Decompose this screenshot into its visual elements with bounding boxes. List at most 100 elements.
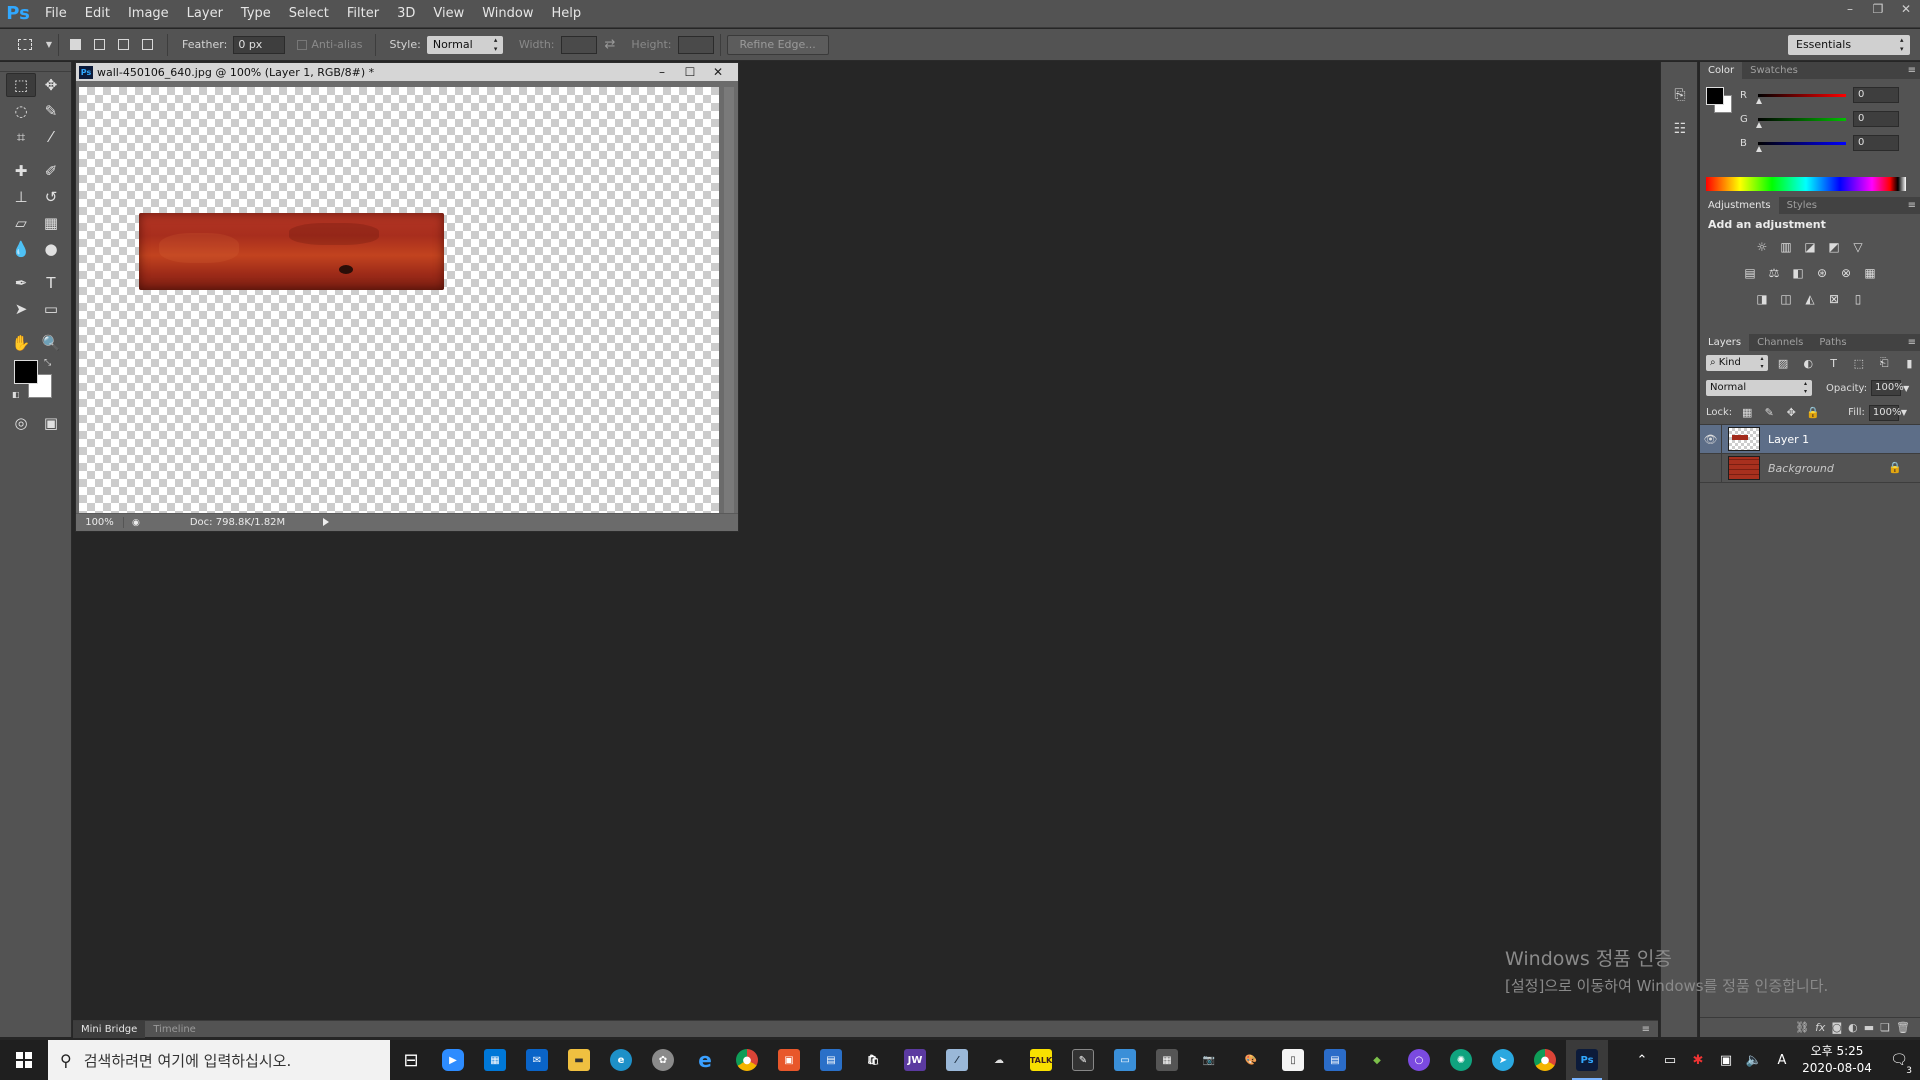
video-editor-icon[interactable]: ✎ [1062,1040,1104,1080]
menu-type[interactable]: Type [232,0,280,28]
add-selection-button[interactable] [89,34,109,56]
status-arrow-icon[interactable] [323,518,329,526]
volume-icon[interactable]: 🔈 [1740,1053,1768,1068]
menu-3d[interactable]: 3D [388,0,424,28]
chrome-icon[interactable]: ● [726,1040,768,1080]
ime-indicator[interactable]: A [1768,1053,1796,1068]
zoom-app-icon[interactable]: ▶ [432,1040,474,1080]
color-panel-foreground[interactable] [1706,87,1724,105]
panel-grip[interactable] [0,62,71,72]
slider-thumb[interactable] [1756,145,1762,152]
opacity-dropdown-icon[interactable]: ▼ [1903,384,1909,393]
lasso-tool-icon[interactable]: ◌ [6,99,36,123]
close-button[interactable]: ✕ [1892,0,1920,18]
opacity-input[interactable]: 100% [1871,380,1904,396]
edge-browser-icon[interactable]: e [600,1040,642,1080]
curves-icon[interactable]: ◪ [1798,237,1822,257]
hue-saturation-icon[interactable]: ▤ [1738,263,1762,283]
photoshop-taskbar-icon[interactable]: Ps [1566,1040,1608,1080]
panel-menu-icon[interactable]: ≡ [1908,334,1916,351]
taskbar-search[interactable]: ⚲ 검색하려면 여기에 입력하십시오. [48,1040,390,1080]
healing-brush-icon[interactable]: ✚ [6,159,36,183]
vibrance-icon[interactable]: ▽ [1846,237,1870,257]
lock-position-icon[interactable]: ✥ [1780,406,1802,419]
paint-3d-icon[interactable]: 🎨 [1230,1040,1272,1080]
tab-styles[interactable]: Styles [1779,197,1825,214]
feather-input[interactable]: 0 px [233,35,286,54]
g-value-input[interactable]: 0 [1853,111,1899,127]
tab-mini-bridge[interactable]: Mini Bridge [73,1020,146,1038]
type-filter-icon[interactable]: T [1823,355,1844,371]
vertical-scrollbar[interactable] [724,87,734,514]
width-input[interactable] [560,35,597,54]
menu-view[interactable]: View [424,0,473,28]
menu-file[interactable]: File [36,0,76,28]
menu-select[interactable]: Select [280,0,338,28]
screen-mode-icon[interactable]: ▣ [36,411,66,435]
tab-paths[interactable]: Paths [1811,334,1854,351]
circle-app-icon[interactable]: ○ [1398,1040,1440,1080]
adjustment-filter-icon[interactable]: ◐ [1798,355,1819,371]
status-menu-icon[interactable]: ◉ [132,518,140,528]
link-icon[interactable]: ⛓ [1795,1021,1809,1034]
swap-icon[interactable]: ⇄ [605,37,616,52]
lock-pixels-icon[interactable]: ✎ [1758,406,1780,419]
dodge-tool-icon[interactable]: ● [36,237,66,261]
document-app-icon[interactable]: ⁄ [936,1040,978,1080]
g-slider-track[interactable] [1756,117,1846,128]
menu-filter[interactable]: Filter [338,0,388,28]
pixel-filter-icon[interactable]: ▨ [1772,355,1793,371]
color-balance-icon[interactable]: ⚖ [1762,263,1786,283]
screen-app-icon[interactable]: ▭ [1104,1040,1146,1080]
tab-channels[interactable]: Channels [1749,334,1811,351]
menu-layer[interactable]: Layer [178,0,232,28]
notes-app-icon[interactable]: ▤ [810,1040,852,1080]
file-icon[interactable]: ▯ [1272,1040,1314,1080]
cursor-app-icon[interactable]: ➤ [1482,1040,1524,1080]
quick-mask-icon[interactable]: ◎ [6,411,36,435]
brick-image-layer[interactable] [139,213,444,290]
shape-filter-icon[interactable]: ⬚ [1848,355,1869,371]
height-input[interactable] [677,35,714,54]
crop-tool-icon[interactable]: ⌗ [6,125,36,149]
chevron-up-icon[interactable]: ⌃ [1628,1053,1656,1068]
slider-thumb[interactable] [1756,121,1762,128]
trash-icon[interactable]: 🗑 [1896,1021,1910,1034]
color-spectrum-bar[interactable] [1706,177,1906,191]
eraser-tool-icon[interactable]: ▱ [6,211,36,235]
intersect-selection-button[interactable] [137,34,157,56]
r-slider-track[interactable] [1756,93,1846,104]
start-button[interactable] [0,1040,48,1080]
cloud-app-icon[interactable]: ☁ [978,1040,1020,1080]
default-colors-icon[interactable]: ◧ [12,390,20,399]
new-selection-button[interactable] [65,34,85,56]
tab-timeline[interactable]: Timeline [145,1021,204,1038]
invert-icon[interactable]: ◨ [1750,289,1774,309]
channel-mixer-icon[interactable]: ⊗ [1834,263,1858,283]
subtract-selection-button[interactable] [113,34,133,56]
menu-edit[interactable]: Edit [76,0,119,28]
chrome-2-icon[interactable]: ● [1524,1040,1566,1080]
tab-color[interactable]: Color [1700,62,1743,79]
tab-adjustments[interactable]: Adjustments [1700,197,1779,214]
kakaotalk-icon[interactable]: TALK [1020,1040,1062,1080]
zoom-level[interactable]: 100% [76,517,124,528]
photoshop-logo[interactable]: Ps [0,0,36,28]
paint-app-icon[interactable]: ✿ [642,1040,684,1080]
hand-tool-icon[interactable]: ✋ [6,331,36,355]
gradient-tool-icon[interactable]: ▦ [36,211,66,235]
layer-name[interactable]: Layer 1 [1768,433,1920,446]
selective-color-icon[interactable]: ▯ [1846,289,1870,309]
move-tool-icon[interactable]: ✥ [36,73,66,97]
threshold-icon[interactable]: ◭ [1798,289,1822,309]
mail-app-icon[interactable]: ✉ [516,1040,558,1080]
smart-object-filter-icon[interactable]: ⎗ [1874,355,1895,371]
type-tool-icon[interactable]: T [36,271,66,295]
app-tray-icon[interactable]: ✱ [1684,1053,1712,1068]
mask-icon[interactable]: ◙ [1831,1021,1842,1034]
panel-menu-icon[interactable]: ≡ [1908,197,1916,214]
layer-kind-select[interactable]: ⌕ Kind [1706,355,1769,371]
refine-edge-button[interactable]: Refine Edge... [726,34,829,55]
clock[interactable]: 오후 5:25 2020-08-04 [1796,1043,1878,1077]
lock-transparency-icon[interactable]: ▦ [1736,406,1758,419]
